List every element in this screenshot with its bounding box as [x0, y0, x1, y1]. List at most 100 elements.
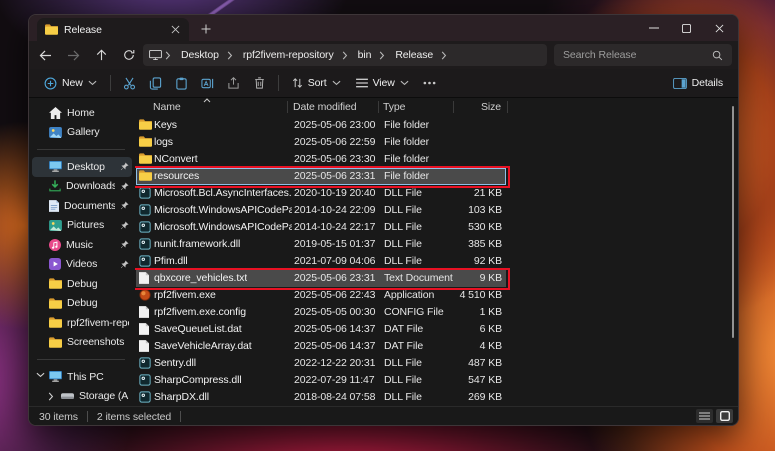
minimize-button[interactable] — [637, 15, 670, 41]
folder-file-icon — [139, 119, 152, 130]
status-bar: 30 items 2 items selected — [29, 406, 738, 426]
sidebar-item-documents[interactable]: Documents — [32, 196, 132, 216]
thumbnail-view-icon — [720, 411, 730, 421]
sidebar-item-rpf2fivem-repos[interactable]: rpf2fivem-repos — [32, 313, 132, 333]
column-divider[interactable] — [453, 101, 454, 113]
file-row-rpf2fivem-exe-config[interactable]: rpf2fivem.exe.config2025-05-05 00:30CONF… — [136, 304, 506, 321]
up-button[interactable] — [87, 43, 115, 67]
search-icon — [712, 50, 723, 61]
file-row-sentry-dll[interactable]: Sentry.dll2022-12-22 20:31DLL File487 KB — [136, 355, 506, 372]
sidebar-item-screenshots[interactable]: Screenshots — [32, 333, 132, 353]
sidebar-item-debug[interactable]: Debug — [32, 274, 132, 294]
file-row-sharpcompress-dll[interactable]: SharpCompress.dll2022-07-29 11:47DLL Fil… — [136, 372, 506, 389]
scissors-icon — [123, 77, 136, 90]
close-button[interactable] — [703, 15, 736, 41]
column-header-name[interactable]: Name — [153, 101, 181, 113]
file-row-qbxcore-vehicles-txt[interactable]: qbxcore_vehicles.txt2025-05-06 23:31Text… — [136, 270, 506, 287]
tab-release[interactable]: Release — [37, 18, 189, 41]
chevron-down-icon[interactable] — [36, 372, 45, 378]
details-pane-button[interactable]: Details — [666, 71, 730, 95]
column-header-date-modified[interactable]: Date modified — [293, 101, 356, 113]
file-row-sharpdx-dll[interactable]: SharpDX.dll2018-08-24 07:58DLL File269 K… — [136, 389, 506, 406]
sidebar-item-home[interactable]: Home — [32, 103, 132, 123]
file-type: File folder — [384, 151, 429, 168]
file-name: rpf2fivem.exe.config — [154, 304, 246, 321]
file-row-microsoft-windowsapicodepack-dll[interactable]: Microsoft.WindowsAPICodePack.dll2014-10-… — [136, 202, 506, 219]
view-button[interactable]: View — [349, 71, 416, 95]
file-row-resources[interactable]: resources2025-05-06 23:31File folder — [136, 168, 506, 185]
more-options-button[interactable] — [417, 71, 442, 95]
rename-button[interactable] — [195, 71, 220, 95]
file-date-modified: 2025-05-06 14:37 — [294, 321, 375, 338]
forward-button[interactable] — [59, 43, 87, 67]
column-divider[interactable] — [287, 101, 288, 113]
file-date-modified: 2025-05-06 23:00 — [294, 117, 375, 134]
file-row-pfim-dll[interactable]: Pfim.dll2021-07-09 04:06DLL File92 KB — [136, 253, 506, 270]
new-tab-button[interactable] — [195, 19, 217, 39]
file-row-rpf2fivem-exe[interactable]: rpf2fivem.exe2025-05-06 22:43Application… — [136, 287, 506, 304]
file-row-nconvert[interactable]: NConvert2025-05-06 23:30File folder — [136, 151, 506, 168]
breadcrumb[interactable]: Desktop rpf2fivem-repository bin Release — [143, 44, 547, 66]
sidebar-divider — [37, 359, 125, 360]
copy-button[interactable] — [143, 71, 168, 95]
paste-button[interactable] — [169, 71, 194, 95]
sidebar-item-videos[interactable]: Videos — [32, 255, 132, 275]
sidebar-item-downloads[interactable]: Downloads — [32, 177, 132, 197]
new-button[interactable]: New — [37, 71, 104, 95]
sidebar-item-label: Gallery — [67, 126, 129, 138]
file-row-microsoft-bcl-asyncinterfaces-dll[interactable]: Microsoft.Bcl.AsyncInterfaces.dll2020-10… — [136, 185, 506, 202]
refresh-button[interactable] — [115, 43, 143, 67]
chevron-right-icon[interactable] — [48, 392, 54, 401]
column-header-type[interactable]: Type — [383, 101, 405, 113]
file-row-savequeuelist-dat[interactable]: SaveQueueList.dat2025-05-06 14:37DAT Fil… — [136, 321, 506, 338]
sidebar-item-debug[interactable]: Debug — [32, 294, 132, 314]
address-bar: Desktop rpf2fivem-repository bin Release Se… — [29, 41, 738, 69]
details-view-toggle[interactable] — [696, 409, 713, 423]
search-input[interactable]: Search Release — [554, 44, 732, 66]
breadcrumb-segment-release[interactable]: Release — [390, 49, 438, 61]
share-button[interactable] — [221, 71, 246, 95]
view-button-label: View — [373, 77, 395, 89]
sort-button[interactable]: Sort — [285, 71, 348, 95]
sidebar-item-music[interactable]: Music — [32, 235, 132, 255]
file-row-logs[interactable]: logs2025-05-06 22:59File folder — [136, 134, 506, 151]
sidebar-item-storage-a-[interactable]: Storage (A:) — [32, 387, 132, 407]
breadcrumb-segment-bin[interactable]: bin — [353, 49, 377, 61]
sidebar-item-this-pc[interactable]: This PC — [32, 367, 132, 387]
file-size: 385 KB — [432, 236, 502, 253]
status-divider — [87, 411, 88, 422]
column-divider[interactable] — [507, 101, 508, 113]
tab-close-icon[interactable] — [167, 22, 183, 38]
vertical-scrollbar[interactable] — [732, 106, 734, 338]
sidebar-item-desktop[interactable]: Desktop — [32, 157, 132, 177]
file-row-savevehiclearray-dat[interactable]: SaveVehicleArray.dat2025-05-06 14:37DAT … — [136, 338, 506, 355]
delete-button[interactable] — [247, 71, 272, 95]
file-date-modified: 2025-05-06 23:31 — [294, 270, 375, 287]
file-type: DLL File — [384, 185, 422, 202]
file-row-nunit-framework-dll[interactable]: nunit.framework.dll2019-05-15 01:37DLL F… — [136, 236, 506, 253]
file-date-modified: 2025-05-06 14:37 — [294, 338, 375, 355]
breadcrumb-segment-desktop[interactable]: Desktop — [176, 49, 224, 61]
maximize-button[interactable] — [670, 15, 703, 41]
sidebar-item-pictures[interactable]: Pictures — [32, 216, 132, 236]
dll-file-icon — [139, 374, 151, 386]
cut-button[interactable] — [117, 71, 142, 95]
icons-view-toggle[interactable] — [716, 409, 733, 423]
share-icon — [227, 77, 240, 89]
file-type: DLL File — [384, 372, 422, 389]
file-row-keys[interactable]: Keys2025-05-06 23:00File folder — [136, 117, 506, 134]
view-icon — [356, 78, 368, 88]
text-file-icon — [139, 272, 149, 284]
column-header-size[interactable]: Size — [431, 101, 501, 113]
toolbar-divider — [110, 75, 111, 91]
breadcrumb-chevron-icon — [379, 51, 387, 60]
back-button[interactable] — [31, 43, 59, 67]
sidebar-item-gallery[interactable]: Gallery — [32, 123, 132, 143]
pin-icon — [120, 182, 129, 191]
main-area: Home Gallery DesktopDownloadsDocumentsPict… — [29, 98, 738, 406]
breadcrumb-segment-rpf2fivem-repository[interactable]: rpf2fivem-repository — [238, 49, 339, 61]
file-row-microsoft-windowsapicodepack-shell-dll[interactable]: Microsoft.WindowsAPICodePack.Shell.dll20… — [136, 219, 506, 236]
pin-icon — [120, 201, 129, 210]
file-date-modified: 2022-12-22 20:31 — [294, 355, 375, 372]
column-divider[interactable] — [378, 101, 379, 113]
